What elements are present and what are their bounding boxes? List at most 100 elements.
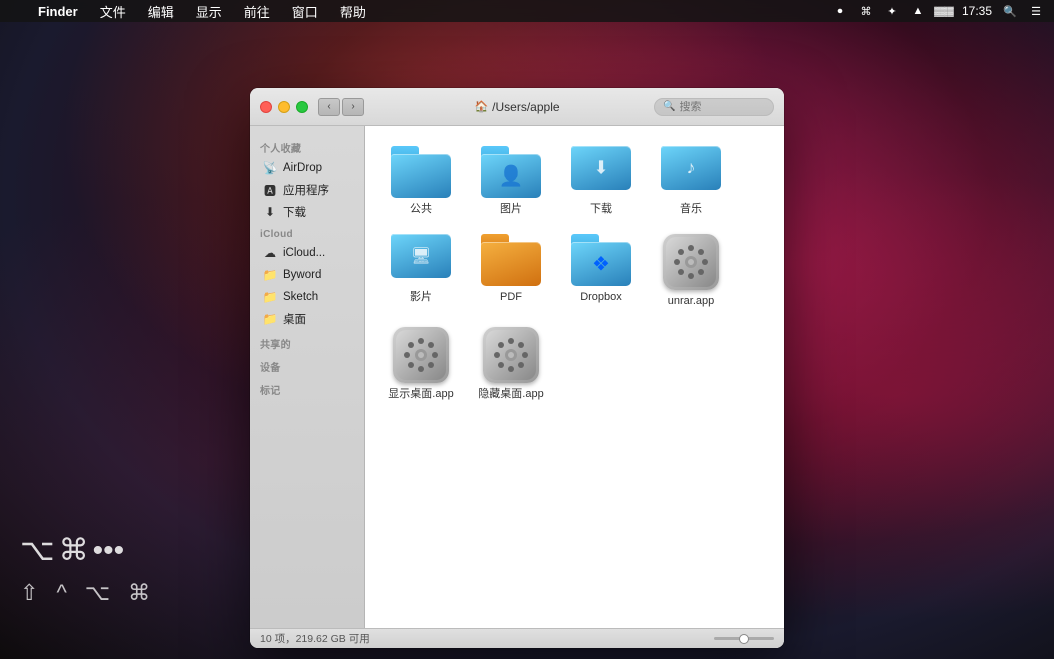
sidebar-section-tags: 标记 (250, 376, 364, 399)
sidebar-section-devices: 设备 (250, 353, 364, 376)
sidebar-section-icloud: iCloud (250, 223, 364, 242)
menu-file[interactable]: 文件 (96, 2, 130, 21)
menu-view[interactable]: 显示 (192, 2, 226, 21)
sidebar-item-icloud[interactable]: ☁ iCloud... (254, 242, 360, 264)
cmd-key-symbol: ⌘ (128, 578, 150, 609)
wifi-icon[interactable]: ▲ (910, 3, 926, 19)
search-bar[interactable]: 🔍 (654, 98, 774, 116)
sidebar-section-shared: 共享的 (250, 330, 364, 353)
folder-item-downloads[interactable]: ⬇ 下载 (561, 142, 641, 220)
finder-statusbar: 10 项，219.62 GB 可用 (250, 628, 784, 648)
shortcut-row1: ⌥ ⌘ ••• (20, 530, 150, 572)
folder-icon-downloads: ⬇ (571, 146, 631, 198)
folder-label-public: 公共 (410, 202, 432, 216)
hide-desktop-icon (483, 327, 539, 383)
folder-icon-public (391, 146, 451, 198)
folder-label-music: 音乐 (680, 202, 702, 216)
keyboard-shortcut-display: ⌥ ⌘ ••• ⇧ ^ ⌥ ⌘ (20, 530, 150, 609)
option-key: ⌥ (20, 530, 55, 572)
bluetooth-icon[interactable]: ✦ (884, 3, 900, 19)
app-label-unrar: unrar.app (668, 294, 714, 308)
airdrop-icon: 📡 (262, 160, 278, 176)
sidebar-item-downloads[interactable]: ⬇ 下载 (254, 201, 360, 223)
downloads-icon: ⬇ (262, 204, 278, 220)
traffic-lights (260, 101, 308, 113)
sidebar-item-desktop[interactable]: 📁 桌面 (254, 308, 360, 330)
app-item-unrar[interactable]: unrar.app (651, 230, 731, 312)
sidebar-byword-label: Byword (283, 269, 321, 281)
folder-item-photos[interactable]: 👤 图片 (471, 142, 551, 220)
dots-key: ••• (93, 530, 125, 572)
folder-item-public[interactable]: 公共 (381, 142, 461, 220)
folder-icon-dropbox: ❖ (571, 234, 631, 286)
app-item-hide-desktop[interactable]: 隐藏桌面.app (471, 323, 551, 405)
sidebar-airdrop-label: AirDrop (283, 162, 322, 174)
desktop-icon: 📁 (262, 311, 278, 327)
zoom-slider[interactable] (714, 637, 774, 640)
shortcut-row2: ⇧ ^ ⌥ ⌘ (20, 578, 150, 609)
search-icon[interactable]: 🔍 (1002, 3, 1018, 19)
sidebar-item-airdrop[interactable]: 📡 AirDrop (254, 157, 360, 179)
sidebar-section-favorites: 个人收藏 (250, 134, 364, 157)
close-button[interactable] (260, 101, 272, 113)
cmd-icon: ⌘ (858, 3, 874, 19)
sidebar-item-sketch[interactable]: 📁 Sketch (254, 286, 360, 308)
folder-label-dropbox: Dropbox (580, 290, 622, 304)
sidebar-item-byword[interactable]: 📁 Byword (254, 264, 360, 286)
folder-item-music[interactable]: ♪ 音乐 (651, 142, 731, 220)
folder-item-movies[interactable]: 🖥 影片 (381, 230, 461, 312)
window-title: 🏠 /Users/apple (474, 100, 559, 114)
byword-icon: 📁 (262, 267, 278, 283)
menu-icon[interactable]: ☰ (1028, 3, 1044, 19)
folder-label-downloads: 下载 (590, 202, 612, 216)
icloud-icon: ☁ (262, 245, 278, 261)
apps-icon: 🅰 (262, 182, 278, 198)
ctrl-key-symbol: ^ (56, 578, 66, 609)
sketch-icon: 📁 (262, 289, 278, 305)
finder-content: 公共 👤 图片 (365, 126, 784, 628)
folder-label-pdf: PDF (500, 290, 522, 304)
finder-window: ‹ › 🏠 /Users/apple 🔍 个人收藏 📡 AirDrop 🅰 应用… (250, 88, 784, 648)
menu-go[interactable]: 前往 (240, 2, 274, 21)
finder-titlebar: ‹ › 🏠 /Users/apple 🔍 (250, 88, 784, 126)
app-label-show-desktop: 显示桌面.app (388, 387, 453, 401)
unrar-icon (663, 234, 719, 290)
clock: 17:35 (962, 4, 992, 18)
maximize-button[interactable] (296, 101, 308, 113)
finder-body: 个人收藏 📡 AirDrop 🅰 应用程序 ⬇ 下载 iCloud ☁ iClo… (250, 126, 784, 628)
sidebar-downloads-label: 下载 (283, 204, 306, 220)
app-label-hide-desktop: 隐藏桌面.app (478, 387, 543, 401)
minimize-button[interactable] (278, 101, 290, 113)
search-input[interactable] (679, 101, 769, 113)
folder-icon-movies: 🖥 (391, 234, 451, 286)
folder-item-pdf[interactable]: PDF (471, 230, 551, 312)
nav-buttons: ‹ › (318, 98, 364, 116)
cmd-key: ⌘ (59, 530, 89, 572)
alt-key-symbol: ⌥ (85, 578, 110, 609)
battery-icon: ▓▓▓ (936, 3, 952, 19)
menu-window[interactable]: 窗口 (288, 2, 322, 21)
folder-icon-music: ♪ (661, 146, 721, 198)
shift-key-symbol: ⇧ (20, 578, 38, 609)
item-count: 10 项，219.62 GB 可用 (260, 631, 370, 646)
sidebar-sketch-label: Sketch (283, 291, 318, 303)
folder-label-photos: 图片 (500, 202, 522, 216)
menu-finder[interactable]: Finder (34, 4, 82, 19)
sidebar-item-apps[interactable]: 🅰 应用程序 (254, 179, 360, 201)
folder-icon-pdf (481, 234, 541, 286)
sidebar-apps-label: 应用程序 (283, 182, 329, 198)
forward-button[interactable]: › (342, 98, 364, 116)
menu-help[interactable]: 帮助 (336, 2, 370, 21)
back-button[interactable]: ‹ (318, 98, 340, 116)
menu-edit[interactable]: 编辑 (144, 2, 178, 21)
finder-sidebar: 个人收藏 📡 AirDrop 🅰 应用程序 ⬇ 下载 iCloud ☁ iClo… (250, 126, 365, 628)
folder-label-movies: 影片 (410, 290, 432, 304)
menubar: Finder 文件 编辑 显示 前往 窗口 帮助 ⏺ ⌘ ✦ ▲ ▓▓▓ 17:… (0, 0, 1054, 22)
record-icon: ⏺ (832, 3, 848, 19)
show-desktop-icon (393, 327, 449, 383)
app-item-show-desktop[interactable]: 显示桌面.app (381, 323, 461, 405)
sidebar-icloud-label: iCloud... (283, 247, 325, 259)
folder-item-dropbox[interactable]: ❖ Dropbox (561, 230, 641, 312)
content-grid: 公共 👤 图片 (381, 142, 768, 405)
folder-icon-photos: 👤 (481, 146, 541, 198)
